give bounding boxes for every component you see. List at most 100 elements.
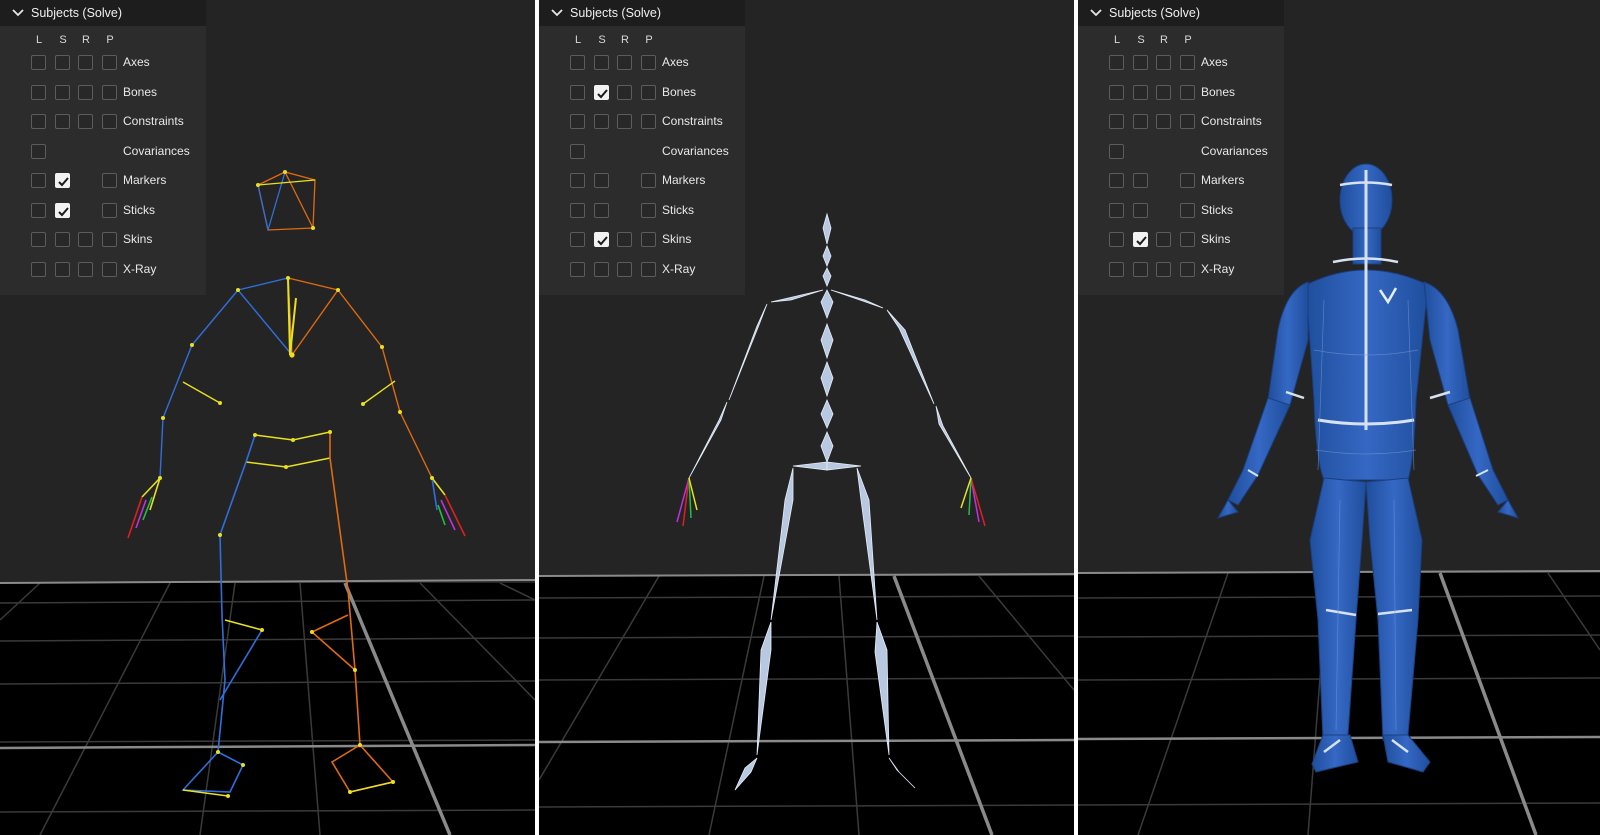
bones-l-checkbox[interactable] — [31, 84, 46, 100]
skins-p-checkbox[interactable] — [1180, 232, 1195, 247]
covariances-l-checkbox[interactable] — [1109, 143, 1124, 159]
axes-p-checkbox[interactable] — [1180, 55, 1195, 70]
sticks-p-checkbox[interactable] — [1180, 202, 1195, 218]
markers-s-checkbox[interactable] — [55, 173, 70, 188]
skins-p-checkbox[interactable] — [641, 232, 656, 247]
axes-r-checkbox[interactable] — [617, 55, 632, 70]
skins-p-checkbox[interactable] — [102, 232, 117, 247]
skins-l-checkbox[interactable] — [570, 232, 585, 247]
bones-p-checkbox[interactable] — [641, 84, 656, 100]
x-ray-s-checkbox[interactable] — [1133, 261, 1148, 277]
constraints-r-checkbox[interactable] — [1156, 114, 1171, 129]
axes-r-checkbox[interactable] — [1156, 55, 1171, 70]
markers-p-checkbox[interactable] — [102, 173, 117, 188]
constraints-r-checkbox[interactable] — [78, 114, 93, 129]
bones-r-checkbox[interactable] — [1156, 84, 1171, 100]
markers-l-checkbox[interactable] — [1109, 173, 1124, 188]
markers-p-checkbox[interactable] — [1180, 173, 1195, 188]
markers-p-checkbox[interactable] — [641, 173, 656, 188]
sticks-s-checkbox[interactable] — [594, 202, 609, 218]
x-ray-r-checkbox[interactable] — [78, 261, 93, 277]
sticks-l-checkbox[interactable] — [1109, 202, 1124, 218]
bones-p-checkbox[interactable] — [102, 84, 117, 100]
markers-l-checkbox[interactable] — [570, 173, 585, 188]
bones-l-checkbox[interactable] — [570, 84, 585, 100]
skins-r-checkbox[interactable] — [617, 232, 632, 247]
constraints-s-checkbox[interactable] — [594, 114, 609, 129]
skins-s-checkbox[interactable] — [55, 232, 70, 247]
markers-s-checkbox[interactable] — [1133, 173, 1148, 188]
bones-r-checkbox[interactable] — [617, 84, 632, 100]
constraints-l-checkbox[interactable] — [1109, 114, 1124, 129]
constraints-r-checkbox[interactable] — [617, 114, 632, 129]
sticks-l-checkbox[interactable] — [31, 202, 46, 218]
panel-header[interactable]: Subjects (Solve) — [1078, 0, 1284, 26]
option-label: Constraints — [1201, 114, 1262, 128]
skins-r-checkbox[interactable] — [1156, 232, 1171, 247]
panel-header[interactable]: Subjects (Solve) — [0, 0, 206, 26]
panel-header[interactable]: Subjects (Solve) — [539, 0, 745, 26]
axes-l-checkbox[interactable] — [570, 55, 585, 70]
x-ray-l-checkbox[interactable] — [570, 261, 585, 277]
markers-s-checkbox[interactable] — [594, 173, 609, 188]
checkmark-icon — [1136, 236, 1147, 246]
sticks-s-checkbox[interactable] — [1133, 202, 1148, 218]
skins-l-checkbox[interactable] — [31, 232, 46, 247]
sticks-l-checkbox[interactable] — [570, 202, 585, 218]
option-label: Markers — [123, 173, 167, 187]
x-ray-p-checkbox[interactable] — [102, 261, 117, 277]
viewport-skin[interactable]: Subjects (Solve) L S R P Axes Bones Constrain… — [1078, 0, 1600, 835]
bones-r-checkbox[interactable] — [78, 84, 93, 100]
markers-l-checkbox[interactable] — [31, 173, 46, 188]
skins-s-checkbox[interactable] — [594, 232, 609, 247]
constraints-s-checkbox[interactable] — [55, 114, 70, 129]
sticks-p-checkbox[interactable] — [102, 202, 117, 218]
viewport-bones[interactable]: Subjects (Solve) L S R P Axes Bones Constrain… — [539, 0, 1074, 835]
constraints-p-checkbox[interactable] — [102, 114, 117, 129]
sticks-s-checkbox[interactable] — [55, 202, 70, 218]
column-header-s: S — [1137, 34, 1145, 46]
covariances-l-checkbox[interactable] — [31, 143, 46, 159]
bones-s-checkbox[interactable] — [594, 84, 609, 100]
bones-p-checkbox[interactable] — [1180, 84, 1195, 100]
skins-s-checkbox[interactable] — [1133, 232, 1148, 247]
x-ray-l-checkbox[interactable] — [1109, 261, 1124, 277]
chevron-down-icon[interactable] — [11, 6, 25, 20]
constraints-p-checkbox[interactable] — [1180, 114, 1195, 129]
constraints-s-checkbox[interactable] — [1133, 114, 1148, 129]
constraints-l-checkbox[interactable] — [31, 114, 46, 129]
covariances-l-checkbox[interactable] — [570, 143, 585, 159]
axes-l-checkbox[interactable] — [1109, 55, 1124, 70]
option-label: Covariances — [123, 143, 190, 158]
constraints-l-checkbox[interactable] — [570, 114, 585, 129]
option-label: Axes — [123, 55, 150, 69]
option-row-constraints: Constraints — [0, 112, 206, 134]
bones-s-checkbox[interactable] — [55, 84, 70, 100]
checkmark-icon — [58, 177, 69, 187]
option-row-sticks: Sticks — [1078, 201, 1284, 223]
skins-r-checkbox[interactable] — [78, 232, 93, 247]
x-ray-r-checkbox[interactable] — [617, 261, 632, 277]
axes-s-checkbox[interactable] — [594, 55, 609, 70]
axes-r-checkbox[interactable] — [78, 55, 93, 70]
x-ray-s-checkbox[interactable] — [594, 261, 609, 277]
axes-p-checkbox[interactable] — [102, 55, 117, 70]
bones-s-checkbox[interactable] — [1133, 84, 1148, 100]
axes-s-checkbox[interactable] — [1133, 55, 1148, 70]
x-ray-p-checkbox[interactable] — [1180, 261, 1195, 277]
bones-l-checkbox[interactable] — [1109, 84, 1124, 100]
chevron-down-icon[interactable] — [1089, 6, 1103, 20]
axes-p-checkbox[interactable] — [641, 55, 656, 70]
sticks-p-checkbox[interactable] — [641, 202, 656, 218]
x-ray-l-checkbox[interactable] — [31, 261, 46, 277]
axes-s-checkbox[interactable] — [55, 55, 70, 70]
x-ray-p-checkbox[interactable] — [641, 261, 656, 277]
x-ray-r-checkbox[interactable] — [1156, 261, 1171, 277]
chevron-down-icon[interactable] — [550, 6, 564, 20]
x-ray-s-checkbox[interactable] — [55, 261, 70, 277]
viewport-markers-sticks[interactable]: Subjects (Solve) L S R P Axes Bones Constrain… — [0, 0, 535, 835]
constraints-p-checkbox[interactable] — [641, 114, 656, 129]
option-row-sticks: Sticks — [539, 201, 745, 223]
axes-l-checkbox[interactable] — [31, 55, 46, 70]
skins-l-checkbox[interactable] — [1109, 232, 1124, 247]
